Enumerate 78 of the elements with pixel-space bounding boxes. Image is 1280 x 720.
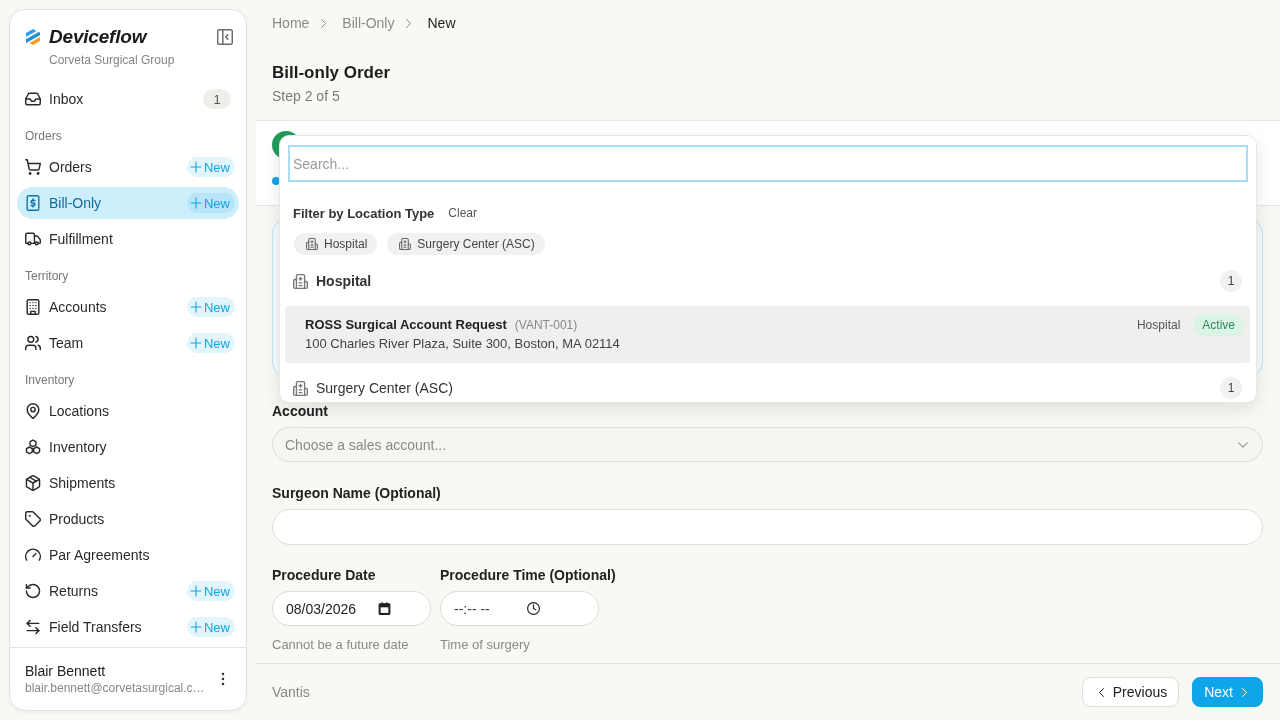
- arrows-left-right-icon: [25, 619, 41, 635]
- nav-item[interactable]: Products: [17, 503, 239, 535]
- nav-item[interactable]: Accounts New: [17, 291, 239, 323]
- footer-brand: Vantis: [272, 684, 310, 700]
- nav-item[interactable]: Fulfillment: [17, 223, 239, 255]
- chevron-right-icon: [1239, 686, 1250, 698]
- search-field[interactable]: Search...: [288, 145, 1248, 182]
- field-label: Account: [272, 403, 329, 419]
- count-badge: 1: [203, 89, 231, 109]
- field-label: Surgeon Name (Optional): [272, 485, 442, 501]
- users-icon: [25, 335, 41, 351]
- package-icon: [25, 475, 41, 491]
- tag-icon: [25, 511, 41, 527]
- user-email: blair.bennett@corvetasurgical.c…: [25, 680, 206, 696]
- plus-icon: [190, 621, 202, 633]
- nav-item[interactable]: Inbox 1: [17, 83, 239, 115]
- group-heading: Surgery Center (ASC): [316, 380, 453, 396]
- truck-icon: [25, 231, 41, 247]
- nav-item[interactable]: Locations: [17, 395, 239, 427]
- gauge-icon: [25, 547, 41, 563]
- plus-icon: [190, 585, 202, 597]
- account-address: 100 Charles River Plaza, Suite 300, Boston, MA 02114: [305, 335, 621, 353]
- field-label: Procedure Time (Optional): [440, 567, 616, 583]
- surgeon-name-input[interactable]: [272, 509, 1263, 545]
- building-icon: [25, 299, 41, 315]
- nav-item[interactable]: Inventory: [17, 431, 239, 463]
- sidebar-toggle-icon[interactable]: [217, 29, 233, 45]
- clock-icon: [527, 602, 540, 615]
- nav-item[interactable]: Orders New: [17, 151, 239, 183]
- nav-item[interactable]: Team New: [17, 327, 239, 359]
- filter-chip[interactable]: Surgery Center (ASC): [387, 233, 545, 255]
- page-subtitle: Step 2 of 5: [272, 87, 341, 106]
- filter-chip[interactable]: Hospital: [294, 233, 378, 255]
- nav-item[interactable]: Shipments: [17, 467, 239, 499]
- location-type: Hospital: [1136, 317, 1181, 332]
- procedure-time-field[interactable]: --:-- --: [440, 591, 599, 626]
- status-badge: Active: [1193, 313, 1244, 336]
- plus-icon: [190, 161, 202, 173]
- calendar-icon: [378, 602, 391, 615]
- count-badge: 1: [1220, 270, 1242, 292]
- user-name: Blair Bennett: [25, 662, 107, 680]
- breadcrumb-item: New: [427, 15, 456, 31]
- account-code: (VANT-001): [514, 317, 578, 332]
- nav-item[interactable]: Bill-Only New: [17, 187, 239, 219]
- hospital-icon: [306, 238, 318, 250]
- account-name: ROSS Surgical Account Request: [305, 317, 507, 332]
- inbox-icon: [25, 91, 41, 107]
- group-heading: Hospital: [316, 273, 372, 289]
- brand-logo-icon: [25, 29, 41, 45]
- plus-icon: [190, 301, 202, 313]
- nav-item[interactable]: Returns New: [17, 575, 239, 607]
- previous-button[interactable]: Previous: [1081, 677, 1180, 707]
- hospital-icon: [293, 380, 308, 396]
- count-badge: 1: [1220, 377, 1242, 399]
- map-pin-icon: [25, 403, 41, 419]
- cart-icon: [25, 159, 41, 175]
- field-hint: Cannot be a future date: [272, 636, 410, 654]
- plus-icon: [190, 197, 202, 209]
- nav-item[interactable]: Par Agreements: [17, 539, 239, 571]
- plus-icon: [190, 337, 202, 349]
- organization-name: Corveta Surgical Group: [49, 52, 176, 68]
- page-title: Bill-only Order: [272, 62, 392, 84]
- boxes-icon: [25, 439, 41, 455]
- dollar-receipt-icon: [25, 195, 41, 211]
- account-option[interactable]: ROSS Surgical Account Request (VANT-001) Hospital Active 100 Charles River Plaza, Suite 300, Boston, MA 02114: [285, 306, 1250, 363]
- section-heading: Territory: [24, 268, 70, 285]
- section-heading: Orders: [24, 128, 63, 145]
- section-heading: Inventory: [24, 372, 76, 389]
- field-hint: Time of surgery: [440, 636, 531, 654]
- hospital-icon: [293, 273, 308, 289]
- brand-name: Deviceflow: [49, 26, 147, 48]
- clear-filter-button[interactable]: Clear: [448, 206, 478, 220]
- procedure-date-field[interactable]: 08/03/2026: [272, 591, 431, 626]
- field-label: Procedure Date: [272, 567, 377, 583]
- filter-heading: Filter by Location Type: [293, 205, 435, 221]
- hospital-icon: [399, 238, 412, 250]
- circular-arrow-icon: [25, 583, 41, 599]
- nav-item[interactable]: Field Transfers New: [17, 611, 239, 643]
